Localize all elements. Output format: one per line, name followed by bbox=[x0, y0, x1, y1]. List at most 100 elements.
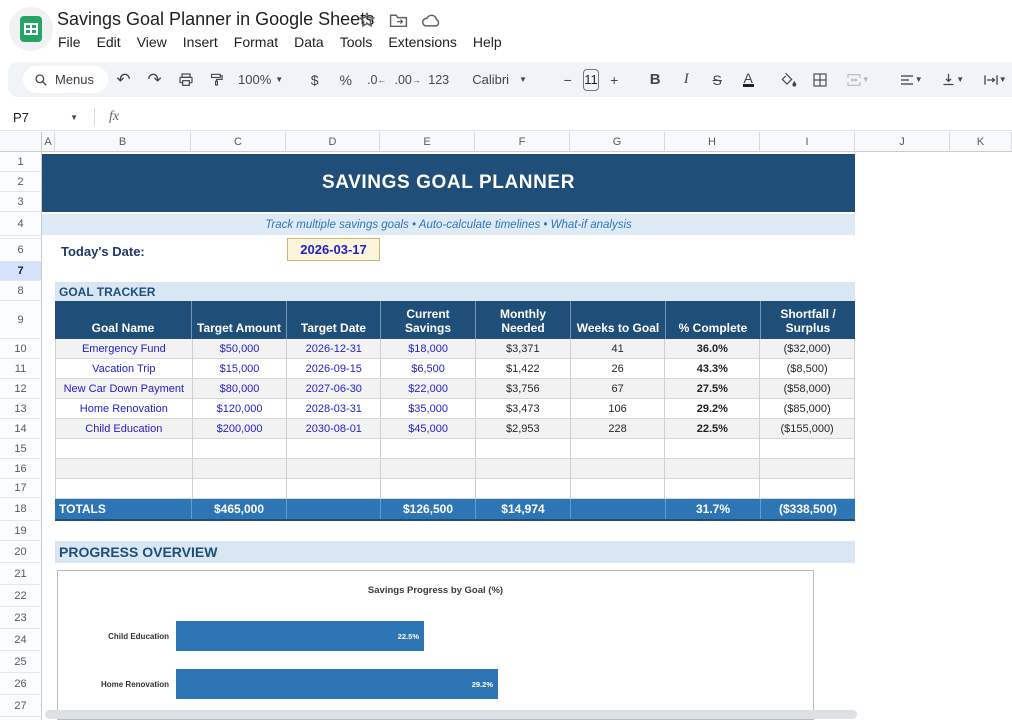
table-empty-cell[interactable] bbox=[380, 439, 475, 458]
totals-cell[interactable]: ($338,500) bbox=[760, 499, 855, 519]
menu-item-help[interactable]: Help bbox=[465, 32, 510, 52]
table-cell[interactable]: 67 bbox=[570, 379, 665, 398]
table-empty-cell[interactable] bbox=[759, 459, 854, 478]
sheet-subtitle[interactable]: Track multiple savings goals • Auto-calc… bbox=[42, 214, 855, 235]
menus-search-button[interactable]: Menus bbox=[23, 66, 108, 93]
menu-item-file[interactable]: File bbox=[50, 32, 89, 52]
menu-item-insert[interactable]: Insert bbox=[175, 32, 226, 52]
table-empty-cell[interactable] bbox=[475, 479, 570, 498]
table-cell[interactable]: Home Renovation bbox=[56, 399, 192, 418]
table-empty-cell[interactable] bbox=[570, 439, 665, 458]
sheets-logo[interactable] bbox=[9, 7, 53, 51]
decrease-decimal-button[interactable]: .0← bbox=[363, 66, 390, 93]
table-cell[interactable]: ($58,000) bbox=[759, 379, 854, 398]
cloud-saved-icon[interactable] bbox=[421, 13, 441, 28]
zoom-control[interactable]: 100% ▼ bbox=[232, 72, 289, 87]
table-cell[interactable]: 29.2% bbox=[664, 399, 759, 418]
table-cell[interactable]: $15,000 bbox=[192, 359, 287, 378]
chart-bar[interactable]: 29.2% bbox=[176, 669, 498, 699]
table-cell[interactable]: $200,000 bbox=[192, 419, 287, 438]
table-empty-cell[interactable] bbox=[56, 459, 192, 478]
table-empty-cell[interactable] bbox=[759, 439, 854, 458]
menu-item-format[interactable]: Format bbox=[226, 32, 286, 52]
move-folder-icon[interactable] bbox=[389, 12, 408, 28]
print-button[interactable] bbox=[172, 66, 199, 93]
table-empty-cell[interactable] bbox=[664, 439, 759, 458]
table-empty-cell[interactable] bbox=[192, 479, 287, 498]
table-cell[interactable]: 2026-12-31 bbox=[286, 339, 380, 358]
format-currency-button[interactable]: $ bbox=[301, 66, 328, 93]
table-cell[interactable]: 41 bbox=[570, 339, 665, 358]
totals-cell[interactable] bbox=[286, 499, 380, 519]
table-empty-cell[interactable] bbox=[475, 439, 570, 458]
savings-progress-chart[interactable]: Savings Progress by Goal (%) Child Educa… bbox=[57, 570, 814, 720]
strikethrough-button[interactable]: S bbox=[704, 66, 731, 93]
table-cell[interactable]: $3,473 bbox=[475, 399, 570, 418]
table-cell[interactable]: $2,953 bbox=[475, 419, 570, 438]
totals-cell[interactable]: $14,974 bbox=[475, 499, 570, 519]
table-cell[interactable]: 27.5% bbox=[664, 379, 759, 398]
table-cell[interactable]: 22.5% bbox=[664, 419, 759, 438]
goal-table-header-cell[interactable]: Target Date bbox=[286, 301, 380, 339]
progress-overview-section-header[interactable]: PROGRESS OVERVIEW bbox=[55, 541, 855, 563]
increase-font-size-button[interactable]: + bbox=[601, 66, 628, 93]
table-empty-cell[interactable] bbox=[664, 459, 759, 478]
table-cell[interactable]: Child Education bbox=[56, 419, 192, 438]
table-cell[interactable]: 106 bbox=[570, 399, 665, 418]
goal-table-header-cell[interactable]: % Complete bbox=[665, 301, 760, 339]
menu-item-tools[interactable]: Tools bbox=[332, 32, 381, 52]
table-cell[interactable]: Vacation Trip bbox=[56, 359, 192, 378]
horizontal-align-button[interactable]: ▼ bbox=[892, 66, 930, 93]
undo-button[interactable]: ↶ bbox=[110, 66, 137, 93]
goal-table-header-cell[interactable]: Target Amount bbox=[191, 301, 286, 339]
fill-color-button[interactable] bbox=[776, 66, 803, 93]
text-color-button[interactable]: A bbox=[735, 66, 762, 93]
increase-decimal-button[interactable]: .00→ bbox=[394, 66, 421, 93]
table-empty-cell[interactable] bbox=[286, 459, 380, 478]
decrease-font-size-button[interactable]: − bbox=[554, 66, 581, 93]
table-cell[interactable]: New Car Down Payment bbox=[56, 379, 192, 398]
table-cell[interactable]: Emergency Fund bbox=[56, 339, 192, 358]
star-icon[interactable] bbox=[358, 11, 376, 29]
format-percent-button[interactable]: % bbox=[332, 66, 359, 93]
table-empty-cell[interactable] bbox=[664, 479, 759, 498]
table-cell[interactable]: ($32,000) bbox=[759, 339, 854, 358]
table-cell[interactable]: 2028-03-31 bbox=[286, 399, 380, 418]
text-wrap-button[interactable]: ▼ bbox=[976, 66, 1012, 93]
table-cell[interactable]: $3,371 bbox=[475, 339, 570, 358]
borders-button[interactable] bbox=[807, 66, 834, 93]
totals-cell[interactable]: $465,000 bbox=[191, 499, 286, 519]
font-family-select[interactable]: Calibri ▼ bbox=[464, 72, 542, 87]
vertical-align-button[interactable]: ▼ bbox=[934, 66, 972, 93]
table-empty-cell[interactable] bbox=[56, 439, 192, 458]
table-cell[interactable]: 26 bbox=[570, 359, 665, 378]
table-empty-cell[interactable] bbox=[475, 459, 570, 478]
table-cell[interactable]: 2027-06-30 bbox=[286, 379, 380, 398]
sheet-title-banner[interactable]: SAVINGS GOAL PLANNER bbox=[42, 154, 855, 212]
table-cell[interactable]: 228 bbox=[570, 419, 665, 438]
goal-table-header-cell[interactable]: Shortfall / Surplus bbox=[760, 301, 855, 339]
table-empty-cell[interactable] bbox=[380, 479, 475, 498]
horizontal-scrollbar[interactable] bbox=[45, 710, 857, 719]
table-cell[interactable]: 2030-08-01 bbox=[286, 419, 380, 438]
table-empty-cell[interactable] bbox=[380, 459, 475, 478]
menu-item-extensions[interactable]: Extensions bbox=[380, 32, 464, 52]
table-empty-cell[interactable] bbox=[192, 459, 287, 478]
name-box[interactable]: P7 ▼ bbox=[0, 110, 86, 125]
menu-item-view[interactable]: View bbox=[129, 32, 175, 52]
table-cell[interactable]: 36.0% bbox=[664, 339, 759, 358]
totals-cell[interactable]: 31.7% bbox=[665, 499, 760, 519]
table-empty-cell[interactable] bbox=[286, 479, 380, 498]
table-cell[interactable]: $45,000 bbox=[380, 419, 475, 438]
table-empty-cell[interactable] bbox=[286, 439, 380, 458]
goal-tracker-section-header[interactable]: GOAL TRACKER bbox=[55, 282, 855, 301]
table-cell[interactable]: $120,000 bbox=[192, 399, 287, 418]
table-cell[interactable]: ($155,000) bbox=[759, 419, 854, 438]
more-formats-button[interactable]: 123 bbox=[425, 66, 452, 93]
goal-table-header-cell[interactable]: Goal Name bbox=[55, 301, 191, 339]
chart-bar[interactable]: 22.5% bbox=[176, 621, 424, 651]
table-cell[interactable]: ($85,000) bbox=[759, 399, 854, 418]
goal-table-header-cell[interactable]: Monthly Needed bbox=[475, 301, 570, 339]
table-empty-cell[interactable] bbox=[759, 479, 854, 498]
table-cell[interactable]: 43.3% bbox=[664, 359, 759, 378]
